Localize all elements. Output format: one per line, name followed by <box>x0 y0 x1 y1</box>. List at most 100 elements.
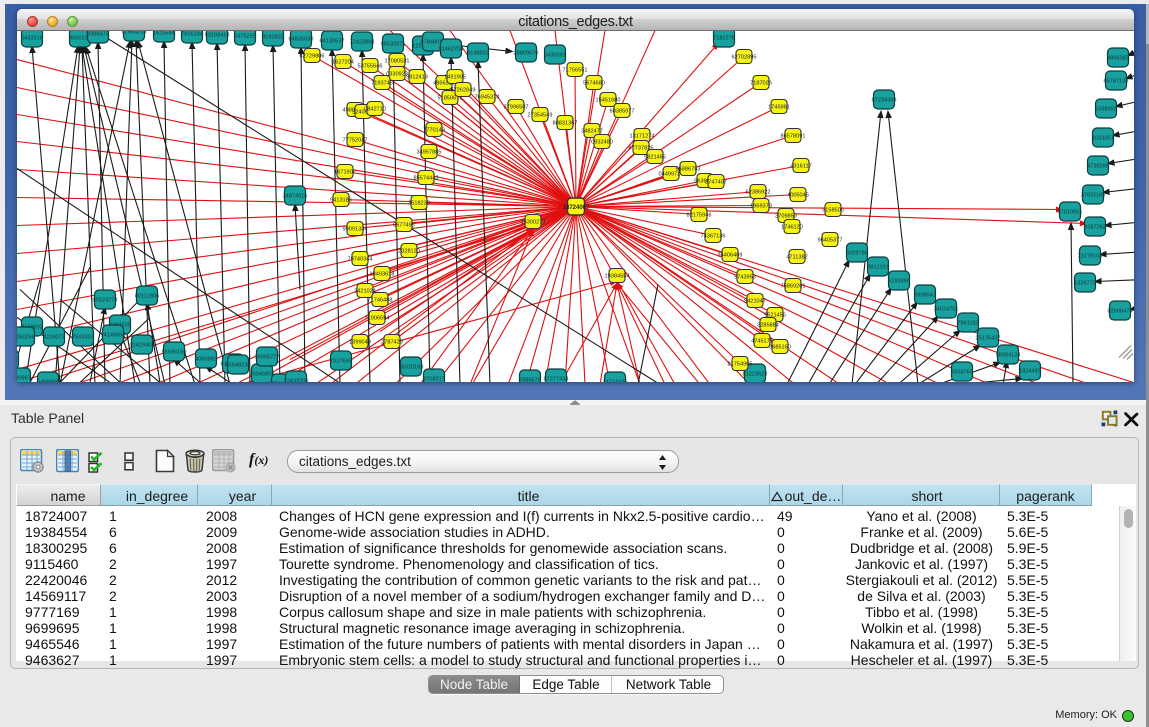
svg-text:81223623: 81223623 <box>743 372 768 378</box>
svg-text:3482477: 3482477 <box>581 129 603 135</box>
svg-text:53755646: 53755646 <box>358 64 383 70</box>
svg-text:1615594: 1615594 <box>153 31 175 37</box>
svg-text:67010651: 67010651 <box>1058 210 1083 216</box>
svg-text:4060883: 4060883 <box>195 357 217 363</box>
svg-text:6475255: 6475255 <box>234 34 256 40</box>
svg-text:1746120: 1746120 <box>781 225 803 231</box>
svg-text:71746488: 71746488 <box>368 298 393 304</box>
svg-text:72423884: 72423884 <box>350 40 375 46</box>
svg-text:7193745: 7193745 <box>371 81 393 87</box>
svg-text:8386379: 8386379 <box>87 32 109 38</box>
svg-text:82175946: 82175946 <box>687 213 712 219</box>
svg-text:0932480: 0932480 <box>591 140 613 146</box>
svg-text:4216073: 4216073 <box>43 335 65 341</box>
svg-text:34874016: 34874016 <box>283 194 308 200</box>
svg-text:7187026: 7187026 <box>750 81 772 87</box>
svg-text:5009788: 5009788 <box>846 251 868 257</box>
svg-text:15300273: 15300273 <box>521 220 546 226</box>
svg-text:81754965: 81754965 <box>728 362 753 368</box>
svg-text:5158506: 5158506 <box>822 208 844 214</box>
svg-text:3285884: 3285884 <box>757 323 779 329</box>
svg-text:76320163: 76320163 <box>399 365 424 371</box>
svg-text:54145868: 54145868 <box>101 333 126 339</box>
svg-text:1399049: 1399049 <box>349 340 371 346</box>
svg-text:85574443: 85574443 <box>414 176 439 182</box>
svg-text:62386922: 62386922 <box>746 190 771 196</box>
svg-text:1627204: 1627204 <box>332 60 354 66</box>
svg-text:87234309: 87234309 <box>872 98 897 104</box>
svg-text:7346706: 7346706 <box>17 358 19 364</box>
svg-text:36995777: 36995777 <box>255 355 280 361</box>
svg-text:3387262: 3387262 <box>1084 225 1106 231</box>
svg-text:7543303: 7543303 <box>72 335 94 341</box>
svg-text:34957885: 34957885 <box>417 150 442 156</box>
svg-text:75869261: 75869261 <box>781 284 806 290</box>
svg-text:80112805: 80112805 <box>135 294 159 300</box>
svg-text:28809570: 28809570 <box>514 51 539 57</box>
svg-text:34624751: 34624751 <box>934 307 959 313</box>
svg-text:13433200: 13433200 <box>284 379 309 383</box>
svg-text:01429401: 01429401 <box>130 343 155 349</box>
svg-text:4738299: 4738299 <box>1087 164 1109 170</box>
svg-text:9743953: 9743953 <box>734 275 756 281</box>
svg-text:13171274: 13171274 <box>630 134 655 140</box>
svg-text:4711382: 4711382 <box>786 255 807 261</box>
svg-text:96532871: 96532871 <box>381 42 406 48</box>
svg-text:3709859: 3709859 <box>775 214 797 220</box>
svg-text:0812191: 0812191 <box>867 265 889 271</box>
svg-text:3747407: 3747407 <box>705 180 727 186</box>
svg-text:2787429: 2787429 <box>381 340 403 346</box>
svg-text:65648236: 65648236 <box>226 363 251 369</box>
svg-text:8708317: 8708317 <box>423 377 445 383</box>
svg-text:5466889: 5466889 <box>37 380 59 383</box>
svg-text:19384554: 19384554 <box>605 274 630 280</box>
svg-text:7991183: 7991183 <box>957 321 978 327</box>
svg-text:9413186: 9413186 <box>330 198 352 204</box>
svg-text:7770143: 7770143 <box>423 128 445 134</box>
svg-text:73178108: 73178108 <box>1078 254 1103 260</box>
svg-text:6193990: 6193990 <box>888 279 910 285</box>
svg-text:4316117: 4316117 <box>790 164 811 170</box>
svg-text:51462704: 51462704 <box>439 47 464 53</box>
svg-text:7182278: 7182278 <box>713 36 735 42</box>
svg-text:3518233: 3518233 <box>408 201 430 207</box>
svg-text:1745961: 1745961 <box>768 105 790 111</box>
svg-text:2328120: 2328120 <box>398 249 420 255</box>
svg-text:8677496: 8677496 <box>393 223 415 229</box>
svg-text:77752047: 77752047 <box>343 138 368 144</box>
svg-text:60385977: 60385977 <box>610 109 635 115</box>
svg-text:5674680: 5674680 <box>583 81 605 87</box>
svg-text:37996507: 37996507 <box>504 105 529 111</box>
svg-text:62702895: 62702895 <box>732 55 757 61</box>
svg-text:1491905: 1491905 <box>444 75 466 81</box>
svg-text:1671902: 1671902 <box>334 170 356 176</box>
svg-text:5430391: 5430391 <box>544 53 566 59</box>
svg-text:99091334: 99091334 <box>343 227 368 233</box>
svg-text:86578091: 86578091 <box>781 134 806 140</box>
svg-text:64835030: 64835030 <box>289 37 314 43</box>
svg-text:25135427: 25135427 <box>976 336 1001 342</box>
svg-text:93103413: 93103413 <box>205 33 230 39</box>
svg-text:6998543: 6998543 <box>914 293 936 299</box>
svg-text:34714345: 34714345 <box>603 380 628 383</box>
svg-text:0433218: 0433218 <box>21 36 43 42</box>
svg-text:71906594: 71906594 <box>365 316 390 322</box>
svg-text:0842710: 0842710 <box>364 107 386 113</box>
svg-text:62729806: 62729806 <box>300 54 325 60</box>
svg-text:65787133: 65787133 <box>1104 79 1129 85</box>
svg-text:7917693: 7917693 <box>330 359 352 365</box>
svg-text:27354549: 27354549 <box>528 113 553 119</box>
svg-text:9821465: 9821465 <box>644 155 666 161</box>
svg-text:94406409: 94406409 <box>718 253 743 259</box>
svg-text:37631165: 37631165 <box>1081 193 1105 199</box>
svg-text:7816184: 7816184 <box>181 32 203 38</box>
svg-text:55698169: 55698169 <box>162 350 187 356</box>
svg-text:29946804: 29946804 <box>250 372 275 378</box>
svg-text:00524278: 00524278 <box>93 298 118 304</box>
svg-text:6658760: 6658760 <box>951 370 973 376</box>
svg-text:71756551: 71756551 <box>563 68 588 74</box>
svg-text:57262849: 57262849 <box>451 88 476 94</box>
svg-text:9421047: 9421047 <box>744 299 766 305</box>
svg-text:76945314: 76945314 <box>475 95 500 101</box>
svg-text:02654235: 02654235 <box>122 31 147 36</box>
